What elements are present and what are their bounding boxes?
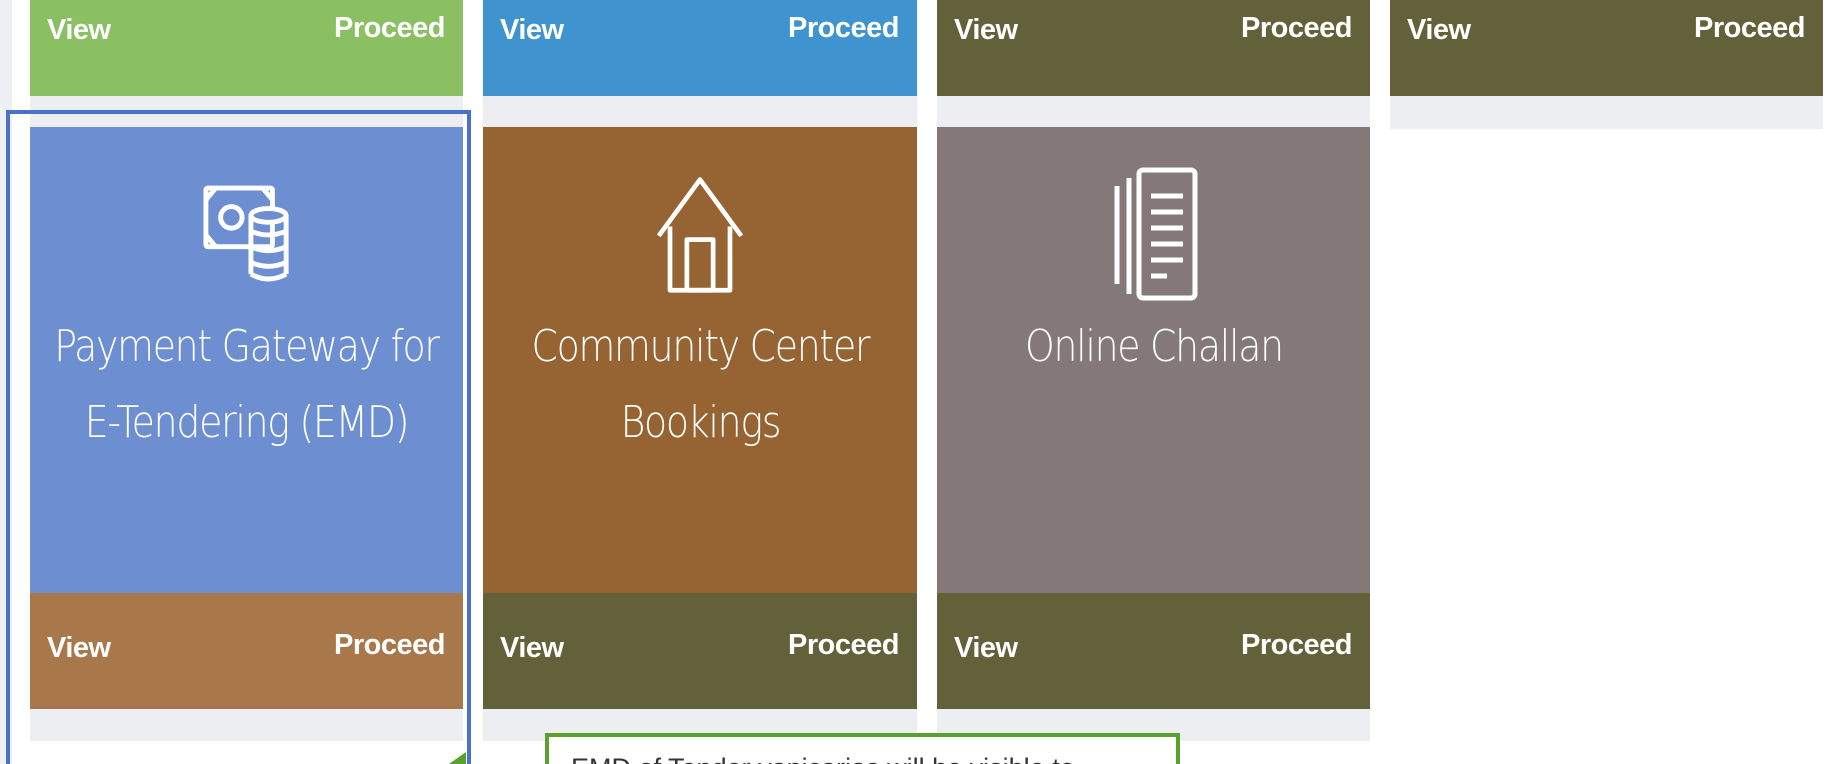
view-link[interactable]: View [1407, 14, 1471, 47]
tile-bar-3: View Proceed [937, 593, 1370, 709]
tile-bar-2: View Proceed [483, 593, 917, 709]
tile-title: Community Center Bookings [531, 309, 870, 461]
tile-title-line-1: Online Challan [1024, 321, 1284, 372]
proceed-link[interactable]: Proceed [334, 12, 445, 45]
document-list-icon [1109, 167, 1199, 301]
community-center-tile[interactable]: Community Center Bookings [483, 127, 917, 593]
services-page: View Proceed View Proceed View Proceed V… [0, 0, 1839, 764]
view-link[interactable]: View [954, 632, 1018, 665]
tile-title-line-1: Community Center [531, 321, 870, 372]
view-link[interactable]: View [954, 14, 1018, 47]
view-link[interactable]: View [500, 632, 564, 665]
top-bar-4: View Proceed [1390, 0, 1823, 96]
proceed-link[interactable]: Proceed [788, 12, 899, 45]
proceed-link[interactable]: Proceed [1694, 12, 1805, 45]
tile-title-line-2: Bookings [620, 397, 781, 448]
top-bar-3: View Proceed [937, 0, 1370, 96]
view-link[interactable]: View [500, 14, 564, 47]
proceed-link[interactable]: Proceed [1241, 629, 1352, 662]
proceed-link[interactable]: Proceed [788, 629, 899, 662]
top-bar-2: View Proceed [483, 0, 917, 96]
house-icon [655, 177, 745, 293]
callout-box: EMD of Tender vanicarias will be visible… [545, 733, 1180, 764]
top-bar-1: View Proceed [30, 0, 463, 96]
tile-title: Online Challan [1024, 309, 1284, 385]
highlight-frame [6, 110, 471, 764]
online-challan-tile[interactable]: Online Challan [937, 127, 1370, 593]
proceed-link[interactable]: Proceed [1241, 12, 1352, 45]
callout-pointer [446, 752, 466, 764]
view-link[interactable]: View [47, 14, 111, 47]
